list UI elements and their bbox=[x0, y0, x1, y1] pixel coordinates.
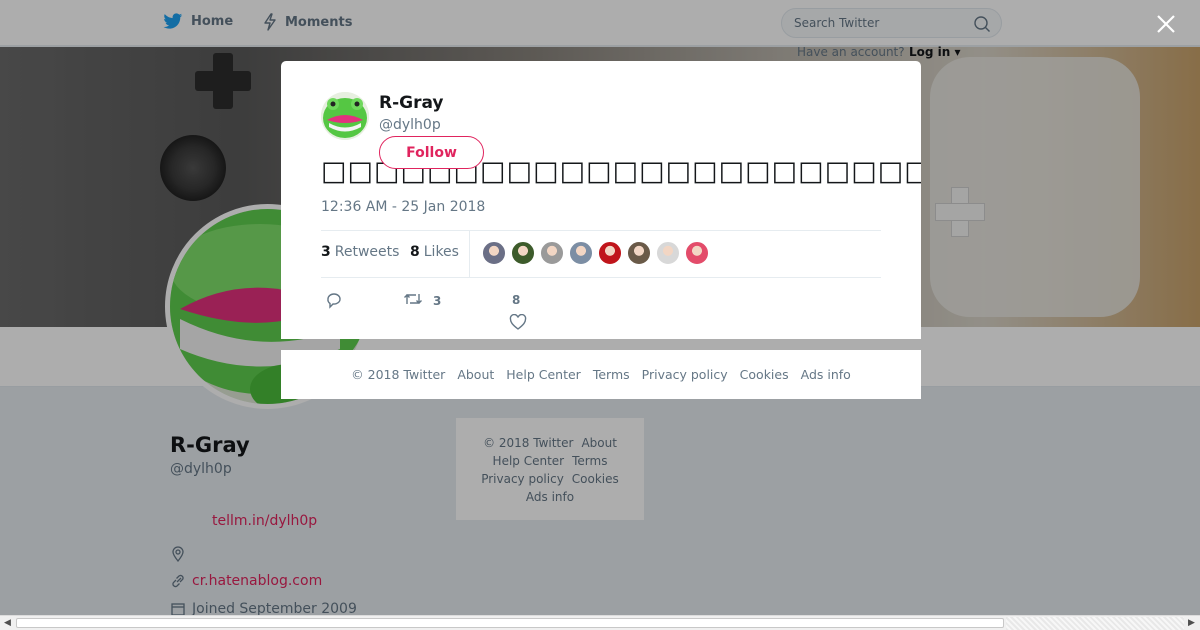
retweet-action-count: 3 bbox=[433, 293, 442, 308]
likes-stat[interactable]: 8 Likes bbox=[410, 244, 459, 260]
tweet-modal: R-Gray @dylh0p □□□□□□□□□□□□□□□□□□□□□□□□□… bbox=[281, 61, 921, 339]
tweet-author-handle[interactable]: @dylh0p bbox=[379, 117, 441, 133]
liker-avatar[interactable] bbox=[627, 241, 651, 265]
tweet-timestamp[interactable]: 12:36 AM - 25 Jan 2018 bbox=[321, 199, 485, 215]
tweet-actions: 3 8 bbox=[321, 287, 881, 330]
liker-avatar[interactable] bbox=[482, 241, 506, 265]
scroll-left-icon[interactable]: ◀ bbox=[4, 618, 11, 628]
likes-count: 8 bbox=[410, 244, 420, 260]
footer-help-center[interactable]: Help Center bbox=[506, 367, 581, 382]
horizontal-scrollbar[interactable]: ◀ ▶ bbox=[0, 615, 1200, 630]
liker-avatar[interactable] bbox=[656, 241, 680, 265]
heart-icon bbox=[509, 313, 527, 333]
scroll-right-icon[interactable]: ▶ bbox=[1188, 618, 1195, 628]
footer-ads-info[interactable]: Ads info bbox=[801, 367, 851, 382]
like-button[interactable] bbox=[509, 313, 527, 333]
liker-avatar[interactable] bbox=[540, 241, 564, 265]
footer-copyright: © 2018 Twitter bbox=[351, 367, 446, 382]
tweet-author-name[interactable]: R-Gray bbox=[379, 93, 444, 113]
tweet-author-avatar[interactable] bbox=[321, 92, 369, 140]
reply-button[interactable] bbox=[325, 291, 343, 312]
liker-avatar[interactable] bbox=[569, 241, 593, 265]
footer-privacy[interactable]: Privacy policy bbox=[642, 367, 728, 382]
retweet-icon bbox=[403, 291, 423, 310]
tweet-stats: 3 Retweets 8 Likes bbox=[321, 230, 881, 278]
retweets-stat[interactable]: 3 Retweets bbox=[321, 244, 399, 260]
liker-avatar[interactable] bbox=[511, 241, 535, 265]
footer-terms[interactable]: Terms bbox=[593, 367, 630, 382]
footer-about[interactable]: About bbox=[457, 367, 494, 382]
close-icon[interactable] bbox=[1154, 12, 1178, 36]
follow-button-label: Follow bbox=[406, 144, 457, 161]
reply-icon bbox=[325, 291, 343, 312]
liker-avatar[interactable] bbox=[685, 241, 709, 265]
stats-divider bbox=[469, 231, 470, 277]
follow-button[interactable]: Follow bbox=[379, 136, 484, 169]
modal-footer: © 2018 Twitter About Help Center Terms P… bbox=[281, 350, 921, 399]
retweet-button[interactable]: 3 bbox=[403, 291, 441, 310]
retweets-label: Retweets bbox=[334, 244, 400, 260]
liker-avatar[interactable] bbox=[598, 241, 622, 265]
retweets-count: 3 bbox=[321, 244, 331, 260]
like-action-count: 8 bbox=[512, 293, 521, 307]
footer-cookies[interactable]: Cookies bbox=[740, 367, 789, 382]
scrollbar-track[interactable] bbox=[1006, 617, 1184, 630]
scrollbar-thumb[interactable] bbox=[16, 618, 1004, 628]
likes-label: Likes bbox=[423, 244, 459, 260]
liker-avatars bbox=[482, 241, 714, 265]
